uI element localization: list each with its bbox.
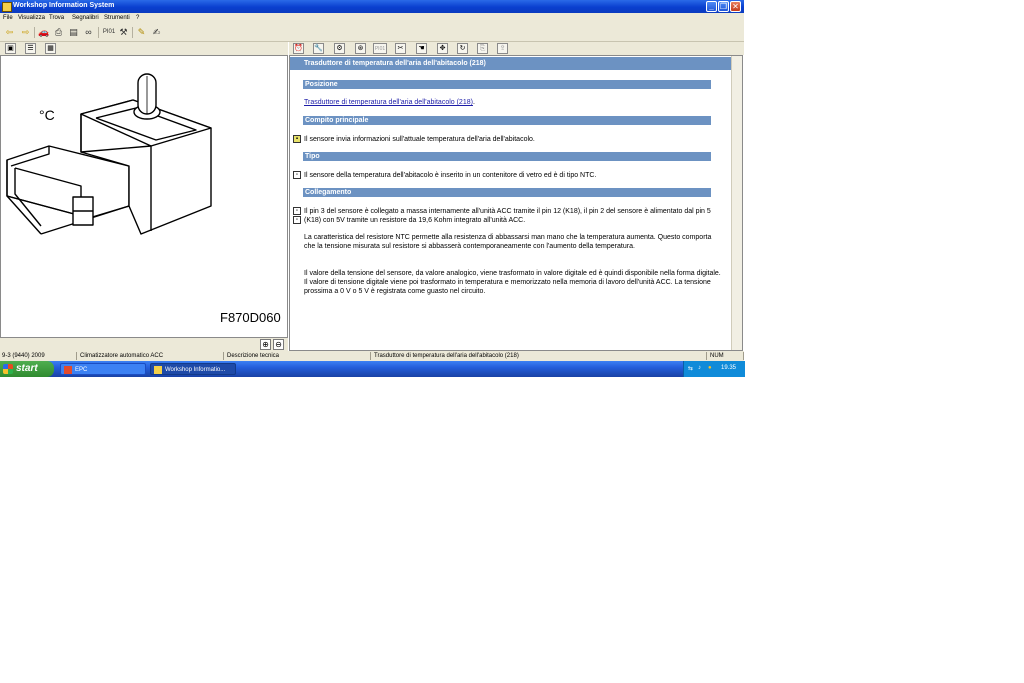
menu-file[interactable]: File (3, 15, 13, 21)
section-heading-collegamento: Collegamento (303, 188, 711, 197)
type-paragraph: Il sensore della temperatura dell'abitac… (304, 172, 597, 179)
menu-segnalibri[interactable]: Segnalibri (72, 15, 99, 21)
position-link-suffix: . (472, 99, 475, 106)
window-title: Workshop Information System (13, 2, 115, 9)
bookmark-icon[interactable]: ⎘ (477, 43, 488, 54)
move-icon[interactable]: ✥ (437, 43, 448, 54)
taskbar-item-workshop[interactable]: Workshop Informatio... (150, 363, 236, 375)
tools-icon[interactable]: ⚒ (118, 27, 129, 38)
menu-trova[interactable]: Trova (49, 15, 64, 21)
image-panel: °C F870D060 (0, 55, 288, 338)
security-icon[interactable]: ● (708, 365, 712, 371)
document-panel: Trasduttore di temperatura dell'aria del… (289, 55, 743, 351)
figure-label: F870D060 (220, 310, 281, 325)
clock[interactable]: 19.35 (721, 365, 736, 371)
title-bar[interactable]: Workshop Information System _ ❐ ✕ (0, 0, 744, 13)
minimize-button[interactable]: _ (706, 1, 717, 12)
diagnostic-icon[interactable]: ⊛ (355, 43, 366, 54)
car-icon[interactable]: 🚗 (38, 27, 49, 38)
note-icon[interactable]: ✍ (151, 27, 162, 38)
status-num: NUM (708, 352, 744, 360)
components-icon[interactable]: ⚙ (334, 43, 345, 54)
taskbar-item-label: EPC (75, 367, 88, 373)
wrench-icon[interactable]: 🔧 (313, 43, 324, 54)
pi01-doc-icon[interactable]: PI01 (373, 43, 387, 54)
section-heading-compito: Compito principale (303, 116, 711, 125)
toolbar-divider (132, 27, 133, 38)
network-icon[interactable]: ⇆ (688, 365, 693, 372)
hand-icon[interactable]: ☚ (416, 43, 427, 54)
windows-logo-icon (3, 364, 13, 374)
binoculars-icon[interactable]: ∞ (83, 27, 94, 38)
image-toolbar: ▣ ☰ ▦ (0, 42, 288, 55)
connection-paragraph-3: Il valore della tensione del sensore, da… (304, 270, 721, 295)
connection-paragraph-1: Il pin 3 del sensore è collegato a massa… (304, 208, 711, 224)
menu-bar: File Visualizza Trova Segnalibri Strumen… (0, 13, 744, 24)
main-toolbar: ⇦ ⇨ 🚗 ⎙ ▤ ∞ PI01 ⚒ ✎ ✍ (0, 24, 744, 42)
list-view-icon[interactable]: ☰ (25, 43, 36, 54)
volume-icon[interactable]: ♪ (698, 365, 701, 371)
zoom-out-icon[interactable]: ⊖ (273, 339, 284, 350)
book-icon[interactable]: ▤ (68, 27, 79, 38)
pencil-icon[interactable]: ✎ (136, 27, 147, 38)
status-system: Climatizzatore automatico ACC (78, 352, 224, 360)
start-label: start (16, 363, 38, 374)
sensor-drawing (6, 73, 212, 235)
refresh-icon[interactable]: ↻ (457, 43, 468, 54)
position-link[interactable]: Trasduttore di temperatura dell'aria del… (304, 99, 473, 106)
app-icon (2, 2, 12, 12)
toolbar-divider (34, 27, 35, 38)
section-heading-posizione: Posizione (303, 80, 711, 89)
vertical-scrollbar[interactable] (731, 56, 742, 350)
print-icon[interactable]: ⎙ (53, 27, 64, 38)
type-icon[interactable]: ▫ (293, 171, 301, 179)
export-icon[interactable]: ⇪ (497, 43, 508, 54)
status-doc-type: Descrizione tecnica (225, 352, 371, 360)
status-doc-title: Trasduttore di temperatura dell'aria del… (372, 352, 707, 360)
system-tray: ⇆ ♪ ● 19.35 (683, 361, 745, 377)
menu-strumenti[interactable]: Strumenti (104, 15, 130, 21)
taskbar-item-epc[interactable]: EPC (60, 363, 146, 375)
close-button[interactable]: ✕ (730, 1, 741, 12)
back-arrow-icon[interactable]: ⇦ (4, 27, 15, 38)
menu-visualizza[interactable]: Visualizza (18, 15, 45, 21)
zoom-bar: ⊕ ⊖ (0, 338, 288, 351)
zoom-in-icon[interactable]: ⊕ (260, 339, 271, 350)
maximize-button[interactable]: ❐ (718, 1, 729, 12)
toolbar-divider (98, 27, 99, 38)
print-image-icon[interactable]: ▣ (5, 43, 16, 54)
document-toolbar: ⏰ 🔧 ⚙ ⊛ PI01 ✂ ☚ ✥ ↻ ⎘ ⇪ (289, 42, 744, 55)
taskbar: start EPC Workshop Informatio... ⇆ ♪ ● 1… (0, 361, 745, 377)
forward-arrow-icon[interactable]: ⇨ (20, 27, 31, 38)
document-title: Trasduttore di temperatura dell'aria del… (290, 57, 733, 70)
tool-icon[interactable]: ✂ (395, 43, 406, 54)
info-icon[interactable]: ▪ (293, 135, 301, 143)
image-view-icon[interactable]: ▦ (45, 43, 56, 54)
connection-icon[interactable]: ▫ (293, 207, 301, 215)
status-model: 9-3 (9440) 2009 (0, 352, 77, 360)
position-paragraph: Trasduttore di temperatura dell'aria del… (304, 98, 724, 107)
start-button[interactable]: start (0, 361, 54, 377)
pi01-icon[interactable]: PI01 (102, 27, 116, 38)
main-task-paragraph: Il sensore invia informazioni sull'attua… (304, 136, 535, 143)
connection-paragraph-2: La caratteristica del resistore NTC perm… (304, 234, 712, 250)
celsius-label: °C (39, 107, 55, 123)
alarm-icon[interactable]: ⏰ (293, 43, 304, 54)
menu-help[interactable]: ? (136, 15, 139, 21)
workshop-icon (154, 366, 162, 374)
taskbar-item-label: Workshop Informatio... (165, 367, 226, 373)
epc-icon (64, 366, 72, 374)
connection-icon[interactable]: ▫ (293, 216, 301, 224)
section-heading-tipo: Tipo (303, 152, 711, 161)
status-bar: 9-3 (9440) 2009 Climatizzatore automatic… (0, 351, 744, 361)
